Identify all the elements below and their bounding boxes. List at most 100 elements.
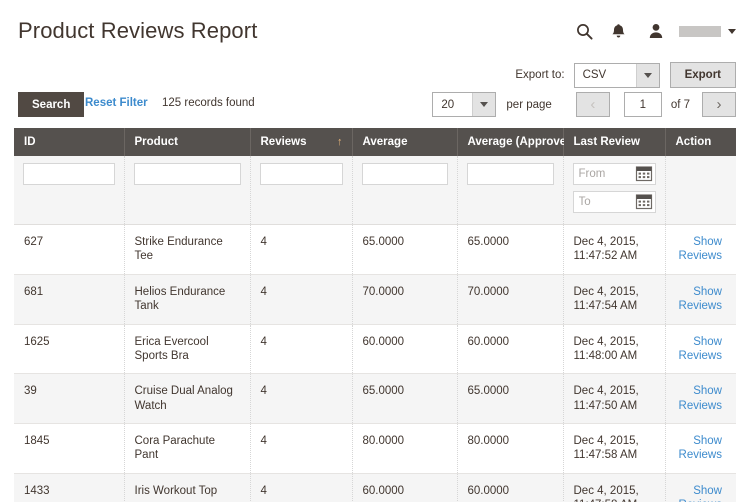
calendar-icon[interactable] (635, 165, 653, 182)
cell-product: Erica Evercool Sports Bra (124, 324, 250, 374)
reset-filter-link[interactable]: Reset Filter (85, 97, 148, 109)
cell-last-review: Dec 4, 2015, 11:48:00 AM (563, 324, 665, 374)
cell-average-approved: 65.0000 (457, 374, 563, 424)
cell-action: Show Reviews (665, 324, 736, 374)
cell-reviews: 4 (250, 274, 352, 324)
filter-cell-product (124, 156, 250, 225)
cell-average: 70.0000 (352, 274, 457, 324)
per-page-label: per page (506, 99, 551, 111)
grid-filter-row (14, 156, 736, 225)
product-reviews-report-page: Product Reviews Report (0, 0, 750, 502)
export-format-select[interactable]: CSV (574, 63, 660, 88)
show-reviews-link[interactable]: Show Reviews (676, 484, 722, 502)
column-header-product[interactable]: Product (124, 128, 250, 156)
table-row: 1845Cora Parachute Pant480.000080.0000De… (14, 424, 736, 474)
cell-action: Show Reviews (665, 424, 736, 474)
next-page-button[interactable]: › (702, 92, 736, 117)
cell-last-review: Dec 4, 2015, 11:47:58 AM (563, 424, 665, 474)
search-button[interactable]: Search (18, 92, 84, 117)
cell-average-approved: 60.0000 (457, 473, 563, 502)
table-row: 1625Erica Evercool Sports Bra460.000060.… (14, 324, 736, 374)
column-header-id-label: ID (24, 136, 36, 148)
cell-last-review: Dec 4, 2015, 11:47:54 AM (563, 274, 665, 324)
export-format-dropdown-arrow (636, 64, 659, 87)
cell-average: 60.0000 (352, 473, 457, 502)
cell-product: Strike Endurance Tee (124, 225, 250, 275)
cell-id: 681 (14, 274, 124, 324)
caret-down-icon (728, 29, 736, 34)
cell-average-approved: 65.0000 (457, 225, 563, 275)
grid-filter-body (14, 156, 736, 225)
filter-input-average[interactable] (362, 163, 448, 185)
show-reviews-link[interactable]: Show Reviews (676, 384, 722, 413)
column-header-action: Action (665, 128, 736, 156)
previous-page-button[interactable]: ‹ (576, 92, 610, 117)
chevron-right-icon: › (717, 97, 722, 112)
column-header-average[interactable]: Average (352, 128, 457, 156)
column-header-reviews[interactable]: Reviews ↑ (250, 128, 352, 156)
total-pages-label: of 7 (671, 99, 690, 111)
notifications-bell-icon[interactable] (601, 19, 635, 43)
filter-cell-reviews (250, 156, 352, 225)
grid-data-body: 627Strike Endurance Tee465.000065.0000De… (14, 225, 736, 502)
column-header-last-review[interactable]: Last Review (563, 128, 665, 156)
column-header-last-review-label: Last Review (574, 136, 640, 148)
show-reviews-link[interactable]: Show Reviews (676, 335, 722, 364)
show-reviews-link[interactable]: Show Reviews (676, 285, 722, 314)
cell-reviews: 4 (250, 225, 352, 275)
chevron-left-icon: ‹ (590, 97, 595, 112)
filter-input-average-approved[interactable] (467, 163, 554, 185)
pager: 20 per page ‹ of 7 › (432, 92, 736, 117)
page-number-input[interactable] (624, 92, 662, 117)
cell-average-approved: 80.0000 (457, 424, 563, 474)
grid-header: ID Product Reviews ↑ Average Average (Ap… (14, 128, 736, 156)
column-header-product-label: Product (135, 136, 178, 148)
cell-action: Show Reviews (665, 274, 736, 324)
cell-id: 1845 (14, 424, 124, 474)
export-button[interactable]: Export (670, 62, 736, 88)
reviews-grid: ID Product Reviews ↑ Average Average (Ap… (14, 128, 736, 502)
filter-last-review-from-wrap (573, 163, 656, 185)
per-page-dropdown-arrow (472, 93, 495, 116)
cell-reviews: 4 (250, 424, 352, 474)
grid-header-row: ID Product Reviews ↑ Average Average (Ap… (14, 128, 736, 156)
per-page-select[interactable]: 20 (432, 92, 496, 117)
filter-cell-id (14, 156, 124, 225)
cell-last-review: Dec 4, 2015, 11:47:58 AM (563, 473, 665, 502)
user-menu[interactable] (639, 19, 736, 43)
cell-action: Show Reviews (665, 225, 736, 275)
column-header-average-label: Average (363, 136, 408, 148)
cell-id: 39 (14, 374, 124, 424)
column-header-average-approved[interactable]: Average (Approved) (457, 128, 563, 156)
records-found-text: 125 records found (162, 97, 255, 109)
filter-cell-average (352, 156, 457, 225)
show-reviews-link[interactable]: Show Reviews (676, 235, 722, 264)
filter-input-reviews[interactable] (260, 163, 343, 185)
cell-action: Show Reviews (665, 374, 736, 424)
page-title: Product Reviews Report (18, 18, 257, 44)
calendar-icon[interactable] (635, 193, 653, 210)
cell-reviews: 4 (250, 374, 352, 424)
cell-average: 65.0000 (352, 374, 457, 424)
filter-cell-action (665, 156, 736, 225)
table-row: 1433Iris Workout Top460.000060.0000Dec 4… (14, 473, 736, 502)
search-icon[interactable] (567, 19, 601, 43)
user-name-placeholder (679, 26, 721, 37)
cell-average: 60.0000 (352, 324, 457, 374)
filter-cell-average-approved (457, 156, 563, 225)
cell-reviews: 4 (250, 324, 352, 374)
show-reviews-link[interactable]: Show Reviews (676, 434, 722, 463)
grid-controls-row: Search Reset Filter 125 records found 20… (0, 92, 750, 122)
filter-input-product[interactable] (134, 163, 241, 185)
cell-average-approved: 70.0000 (457, 274, 563, 324)
cell-average-approved: 60.0000 (457, 324, 563, 374)
export-controls: Export to: CSV Export (515, 62, 736, 88)
table-row: 681Helios Endurance Tank470.000070.0000D… (14, 274, 736, 324)
user-avatar-icon (639, 19, 673, 43)
cell-product: Cruise Dual Analog Watch (124, 374, 250, 424)
cell-action: Show Reviews (665, 473, 736, 502)
cell-product: Helios Endurance Tank (124, 274, 250, 324)
filter-input-id[interactable] (23, 163, 115, 185)
column-header-id[interactable]: ID (14, 128, 124, 156)
table-row: 627Strike Endurance Tee465.000065.0000De… (14, 225, 736, 275)
